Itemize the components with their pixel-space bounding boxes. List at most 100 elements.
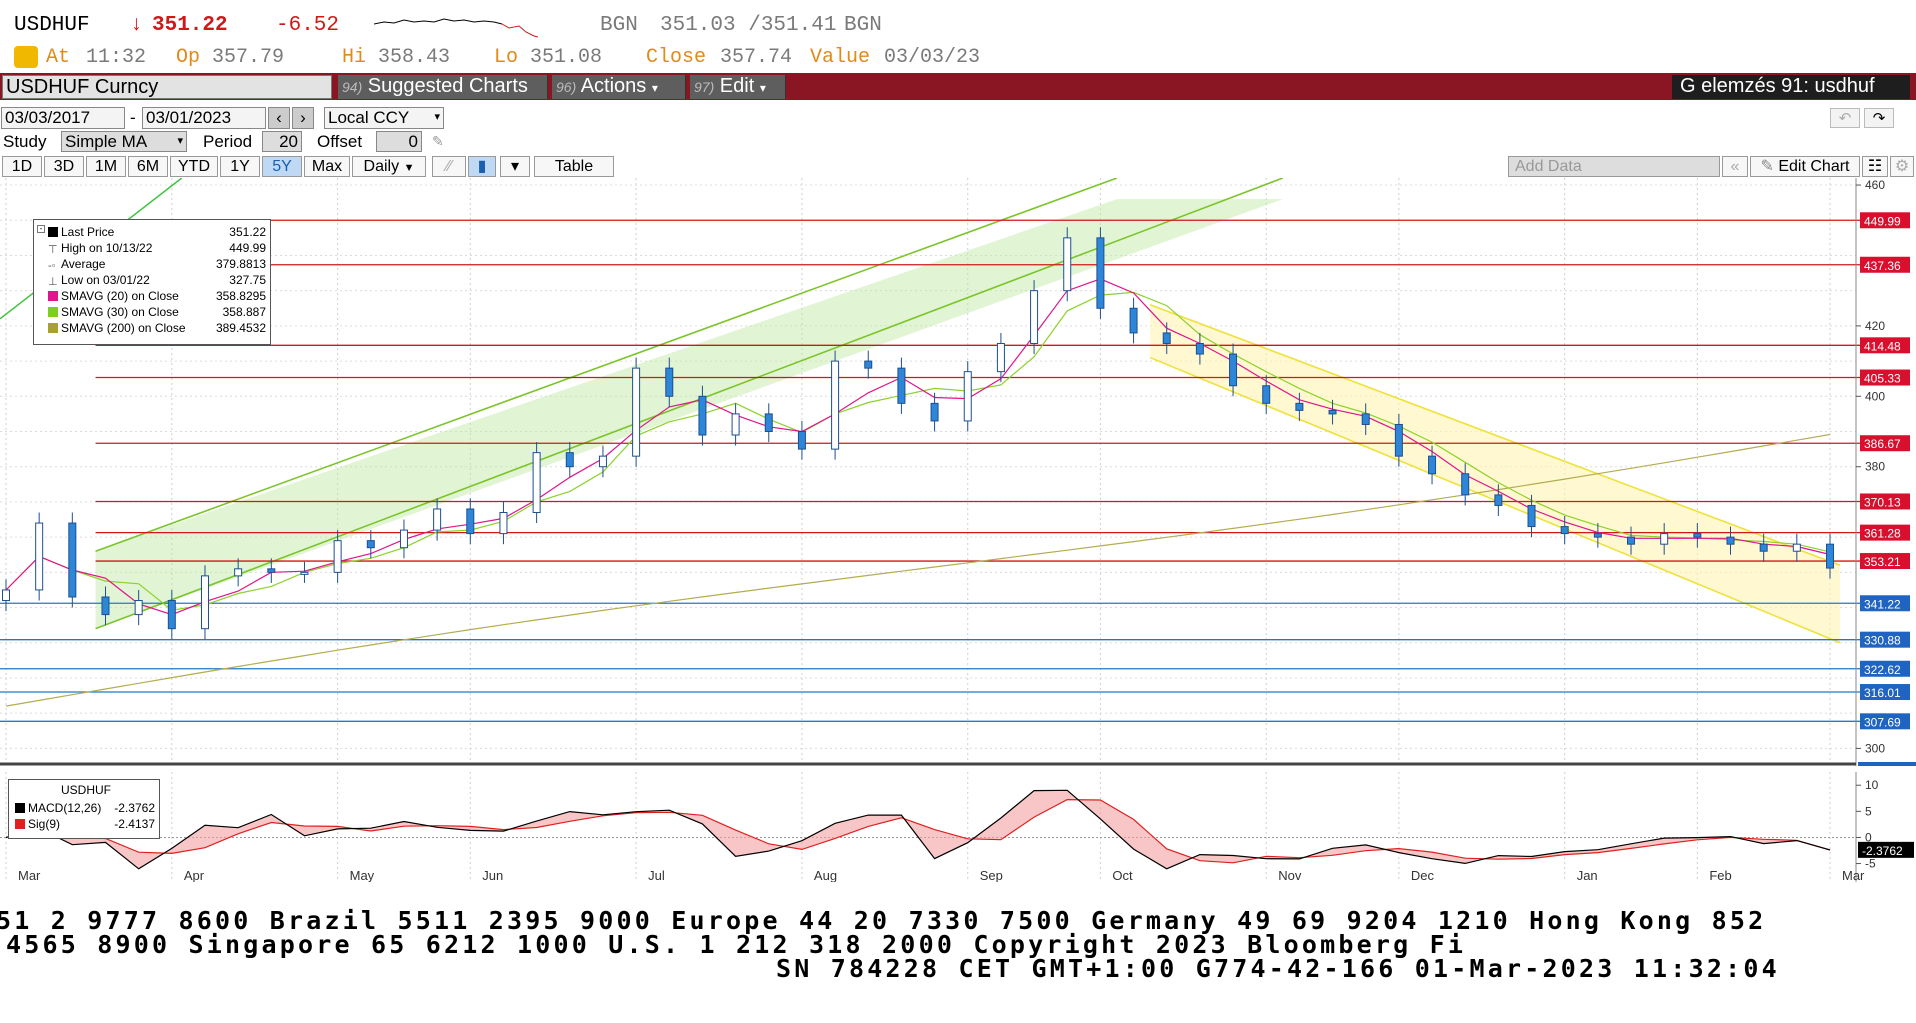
price-candle xyxy=(831,360,840,450)
price-candle xyxy=(632,367,641,457)
offset-label: Offset xyxy=(317,132,363,151)
range-3d[interactable]: 3D xyxy=(44,156,84,177)
low-marker-icon: ⊥ xyxy=(48,276,58,288)
suggested-charts-button[interactable]: 94) Suggested Charts xyxy=(338,75,548,99)
chart-settings-icon[interactable]: ☷ xyxy=(1862,156,1888,177)
legend-text: High on 10/13/22 xyxy=(61,241,153,255)
edit-num: 97) xyxy=(694,79,715,95)
legend-text: Average xyxy=(61,257,106,271)
price-candle xyxy=(399,529,408,549)
x-tick-label: Jul xyxy=(648,868,665,882)
open-value: 357.79 xyxy=(212,46,285,69)
actions-button[interactable]: 96) Actions ▾ xyxy=(552,75,686,99)
period-input[interactable]: 20 xyxy=(262,131,302,152)
study-select[interactable]: Simple MA ▾ xyxy=(61,131,187,152)
macd-last-value: -2.3762 xyxy=(1862,844,1903,858)
range-1y[interactable]: 1Y xyxy=(220,156,260,177)
chart-type-caret-icon[interactable]: ▾ xyxy=(500,156,530,177)
price-candle xyxy=(134,600,143,616)
price-level-label: 316.01 xyxy=(1860,684,1910,701)
x-tick-label: Mar xyxy=(1842,868,1865,882)
bid-ask: 351.03 /351.41 xyxy=(660,14,837,37)
study-label: Study xyxy=(3,132,47,151)
macd-y-tick-label: 10 xyxy=(1865,778,1879,792)
add-data-input[interactable]: Add Data xyxy=(1508,156,1720,177)
x-tick-label: May xyxy=(350,868,375,882)
period-label: Period xyxy=(203,132,253,151)
price-candle xyxy=(1328,409,1337,415)
caret-down-icon: ▾ xyxy=(651,81,658,95)
table-button[interactable]: Table xyxy=(534,156,614,177)
candle-chart-icon[interactable]: ▮ xyxy=(468,156,496,177)
low-label: Lo xyxy=(494,46,519,69)
command-bar: USDHUF Curncy 94) Suggested Charts 96) A… xyxy=(0,73,1916,100)
ask-source: BGN xyxy=(844,14,882,37)
legend-row: ⊥ Low on 03/01/22 327.75 xyxy=(48,273,266,288)
line-chart-icon[interactable]: ⁄⁄ xyxy=(432,156,466,177)
date-to-input[interactable]: 03/01/2023 xyxy=(142,107,266,129)
edit-chart-button[interactable]: ✎ Edit Chart xyxy=(1750,156,1860,177)
speedometer-icon[interactable] xyxy=(14,46,38,68)
x-tick-label: Mar xyxy=(18,868,41,882)
frequency-value: Daily xyxy=(363,158,400,175)
price-candle xyxy=(1660,533,1669,545)
price-candle xyxy=(2,589,10,602)
pencil-icon[interactable]: ✎ xyxy=(432,133,444,150)
price-chart[interactable]: 449.99 437.36 414.48 405.33 386.67 370.13 361.… xyxy=(0,178,1916,766)
price-candle xyxy=(499,511,508,535)
price-candle xyxy=(996,342,1005,373)
currency-select[interactable]: Local CCY ▾ xyxy=(324,107,444,129)
price-level-value: 361.28 xyxy=(1864,527,1901,541)
legend-swatch xyxy=(48,291,58,301)
down-arrow-icon: ↓ xyxy=(130,14,143,37)
y-tick-label: 400 xyxy=(1865,389,1885,403)
date-from-input[interactable]: 03/03/2017 xyxy=(1,107,125,129)
legend-value: 327.75 xyxy=(229,273,266,287)
price-level-label: 414.48 xyxy=(1860,337,1910,354)
edit-button[interactable]: 97) Edit ▾ xyxy=(690,75,786,99)
security-input[interactable]: USDHUF Curncy xyxy=(2,75,332,99)
function-label: G elemzés 91: usdhuf xyxy=(1672,75,1910,99)
legend-label: SMAVG (30) on Close xyxy=(48,305,179,319)
close-label: Close xyxy=(646,46,707,69)
range-5y[interactable]: 5Y xyxy=(262,156,302,177)
gear-icon[interactable]: ⚙ xyxy=(1890,156,1914,177)
price-level-value: 322.62 xyxy=(1864,663,1901,677)
legend-label: -◦ Average xyxy=(48,257,106,272)
x-tick-label: Feb xyxy=(1709,868,1731,882)
legend-text: Last Price xyxy=(61,225,115,239)
price-level-label: 353.21 xyxy=(1860,553,1910,570)
offset-input[interactable]: 0 xyxy=(376,131,422,152)
price-level-label: 449.99 xyxy=(1860,212,1910,229)
price-candle xyxy=(1759,543,1768,552)
price-candle xyxy=(1195,342,1204,355)
caret-down-icon: ▾ xyxy=(759,81,766,95)
net-change: -6.52 xyxy=(276,14,340,37)
next-range-button[interactable]: › xyxy=(292,107,314,129)
range-max[interactable]: Max xyxy=(304,156,350,177)
price-candle xyxy=(1394,423,1403,457)
range-1m[interactable]: 1M xyxy=(86,156,126,177)
legend-label: SMAVG (20) on Close xyxy=(48,289,179,303)
range-6m[interactable]: 6M xyxy=(128,156,168,177)
price-candle xyxy=(1162,332,1171,344)
price-candle xyxy=(1560,526,1569,535)
undo-icon[interactable]: ↶ xyxy=(1830,108,1860,128)
price-candle xyxy=(532,452,541,513)
price-level-value: 316.01 xyxy=(1864,686,1901,700)
axis-edge xyxy=(1858,762,1916,766)
collapse-legend-icon[interactable]: - xyxy=(37,225,45,233)
legend-text: SMAVG (30) on Close xyxy=(61,305,179,319)
macd-chart[interactable]: 1050-5-2.3762Mar Apr May Jun Jul Aug Sep Oct Nov… xyxy=(0,772,1916,882)
prev-range-button[interactable]: ‹ xyxy=(268,107,290,129)
price-candle xyxy=(366,540,375,549)
range-1d[interactable]: 1D xyxy=(2,156,42,177)
high-label: Hi xyxy=(342,46,367,69)
legend-row: SMAVG (20) on Close 358.8295 xyxy=(48,289,266,304)
range-ytd[interactable]: YTD xyxy=(170,156,218,177)
collapse-icon[interactable]: « xyxy=(1722,156,1748,177)
y-tick-label: 460 xyxy=(1865,178,1885,192)
redo-icon[interactable]: ↷ xyxy=(1864,108,1894,128)
price-candle xyxy=(167,600,176,630)
frequency-select[interactable]: Daily ▼ xyxy=(352,156,426,177)
